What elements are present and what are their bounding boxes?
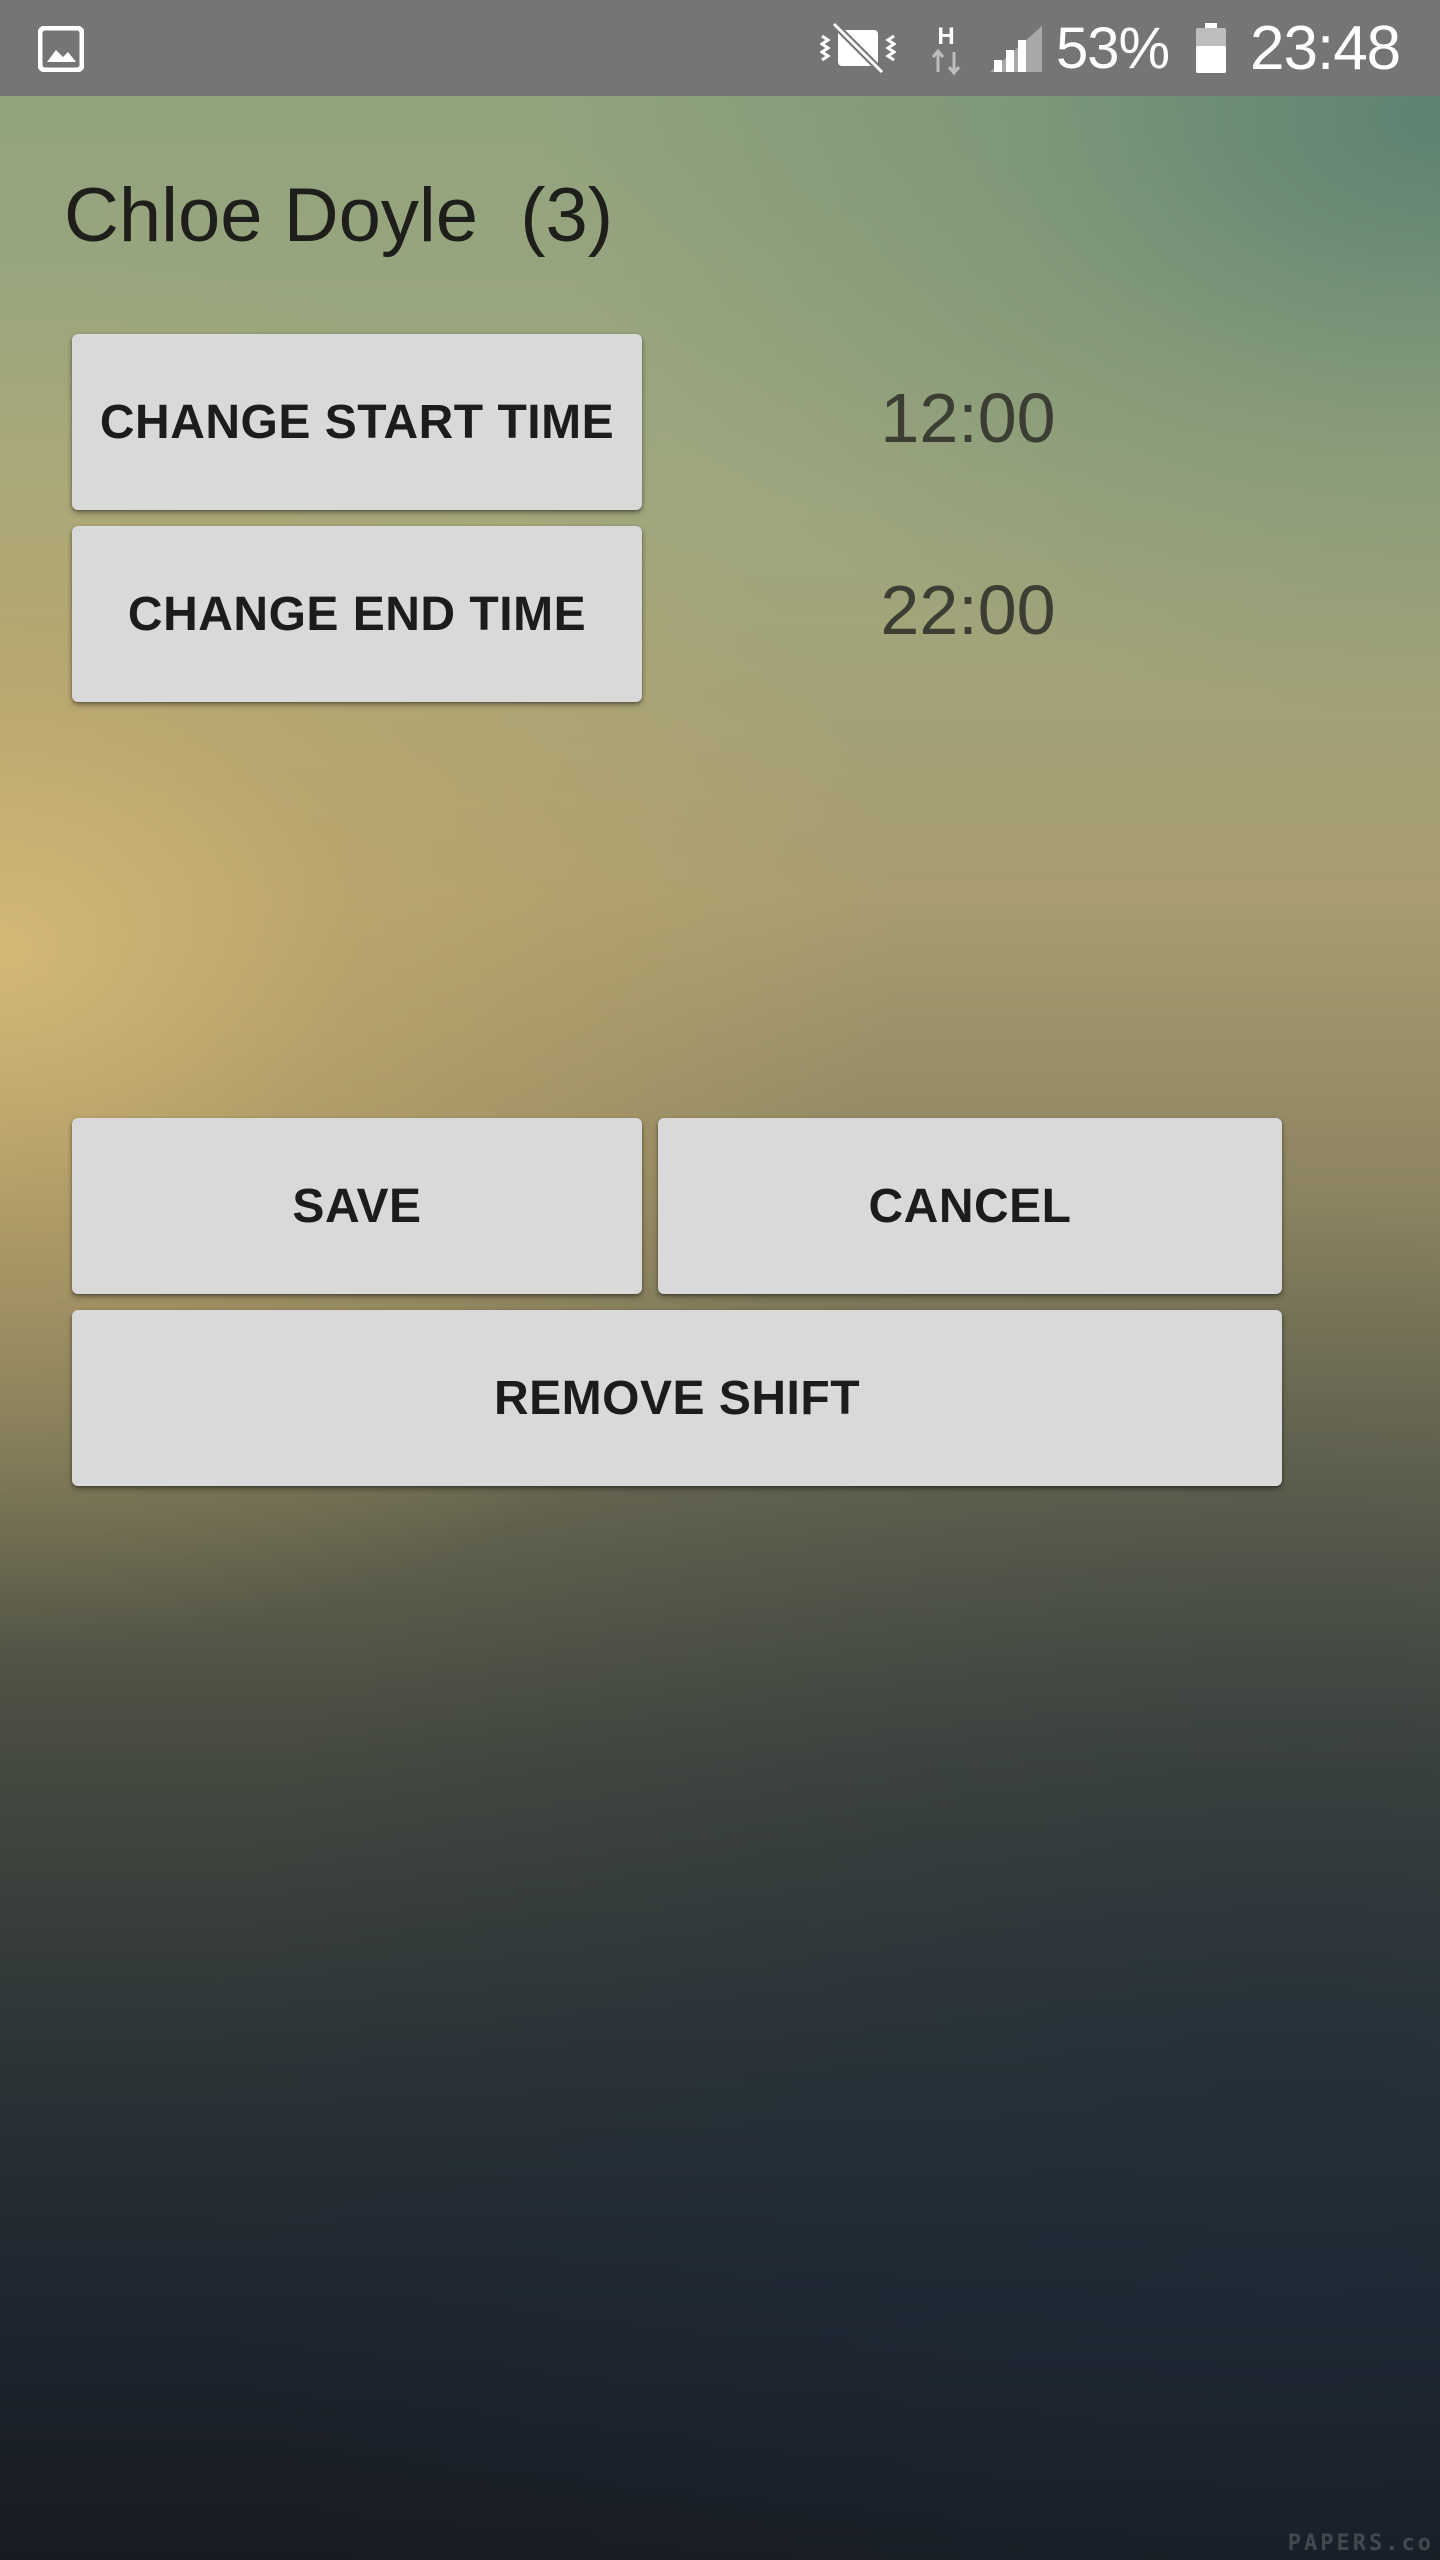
battery-icon bbox=[1196, 23, 1226, 73]
end-time-value: 22:00 bbox=[880, 571, 1056, 649]
change-start-time-button[interactable]: CHANGE START TIME bbox=[72, 334, 642, 510]
status-bar: H 53% 23:48 bbox=[0, 0, 1440, 96]
status-clock: 23:48 bbox=[1250, 14, 1401, 83]
cancel-button[interactable]: CANCEL bbox=[658, 1118, 1282, 1294]
gallery-icon bbox=[38, 26, 84, 72]
status-icons: H 53% 23:48 bbox=[820, 0, 1440, 96]
remove-shift-button[interactable]: REMOVE SHIFT bbox=[72, 1310, 1282, 1486]
wallpaper-watermark: PAPERS.co bbox=[1287, 2531, 1434, 2556]
svg-text:H: H bbox=[937, 23, 954, 50]
save-button[interactable]: SAVE bbox=[72, 1118, 642, 1294]
signal-icon bbox=[990, 26, 1042, 72]
vibrate-mute-icon bbox=[820, 22, 896, 74]
start-time-value: 12:00 bbox=[880, 379, 1056, 457]
employee-title: Chloe Doyle (3) bbox=[64, 173, 614, 258]
battery-percent: 53% bbox=[1056, 16, 1170, 81]
change-end-time-button[interactable]: CHANGE END TIME bbox=[72, 526, 642, 702]
network-h-icon: H bbox=[931, 23, 961, 76]
